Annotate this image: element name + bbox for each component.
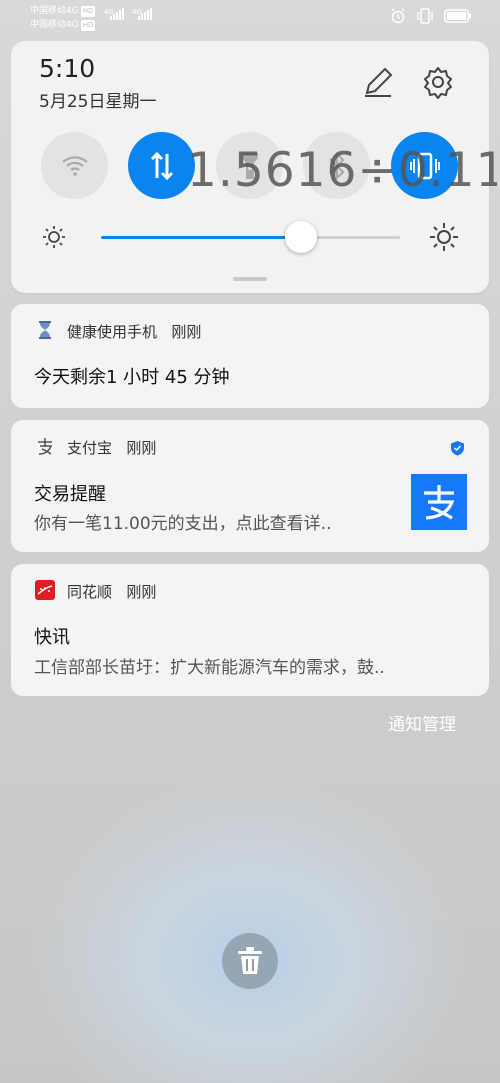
notification-health[interactable]: 健康使用手机 刚刚 今天剩余1 小时 45 分钟 (11, 304, 489, 408)
hourglass-icon (39, 321, 51, 339)
notification-body: 工信部部长苗圩：扩大新能源汽车的需求，鼓.. (34, 658, 385, 678)
tile-wifi[interactable] (41, 132, 108, 199)
brightness-slider-fill (101, 236, 302, 239)
signal-icon-2 (138, 8, 152, 20)
notification-app-name: 支付宝 刚刚 (67, 439, 157, 457)
trash-icon (238, 947, 262, 974)
clock-date[interactable]: 5月25日星期一 (39, 87, 156, 112)
brightness-slider-thumb[interactable] (285, 221, 318, 253)
brightness-low-icon (43, 226, 65, 248)
alarm-icon (391, 8, 405, 24)
signal-icon (110, 8, 124, 20)
vibrate-icon (417, 8, 433, 24)
notification-title: 快讯 (34, 627, 70, 648)
tonghuashun-icon (35, 580, 55, 600)
notification-app-name: 同花顺 刚刚 (67, 583, 157, 601)
notification-body: 你有一笔11.00元的支出，点此查看详.. (34, 514, 332, 534)
tile-mobile-data[interactable] (128, 132, 195, 199)
gear-icon[interactable] (421, 65, 455, 99)
carrier-2: 中国移动4G HD (30, 20, 96, 31)
notification-app-name: 健康使用手机 刚刚 (67, 323, 202, 341)
alipay-icon (38, 438, 53, 455)
status-bar: 中国移动4G HD 中国移动4G HD 4G 4G (0, 0, 500, 36)
notification-title: 交易提醒 (34, 484, 106, 505)
brightness-high-icon (430, 223, 458, 251)
battery-icon (444, 9, 471, 23)
clock-time[interactable]: 5:10 (39, 54, 95, 83)
edit-icon[interactable] (361, 65, 395, 99)
quick-settings-panel: 5:10 5月25日星期一 1.5616÷0.11 (11, 41, 497, 293)
notification-tonghuashun[interactable]: 同花顺 刚刚 快讯 工信部部长苗圩：扩大新能源汽车的需求，鼓.. (11, 564, 489, 696)
notification-alipay[interactable]: 支付宝 刚刚 交易提醒 你有一笔11.00元的支出，点此查看详.. (11, 420, 489, 552)
carrier-1: 中国移动4G HD (30, 6, 96, 17)
wifi-icon (61, 155, 88, 176)
alipay-large-icon (411, 474, 467, 530)
panel-drag-handle[interactable] (233, 277, 267, 281)
notification-title: 今天剩余1 小时 45 分钟 (34, 367, 230, 388)
clear-all-button[interactable] (222, 933, 278, 989)
status-icons (390, 8, 472, 24)
floating-calculator-text: 1.5616÷0.110 (187, 143, 497, 198)
verified-shield-icon (451, 441, 464, 456)
notification-management-link[interactable]: 通知管理 (388, 710, 456, 735)
brightness-slider[interactable] (101, 221, 400, 253)
mobile-data-icon (150, 151, 173, 180)
